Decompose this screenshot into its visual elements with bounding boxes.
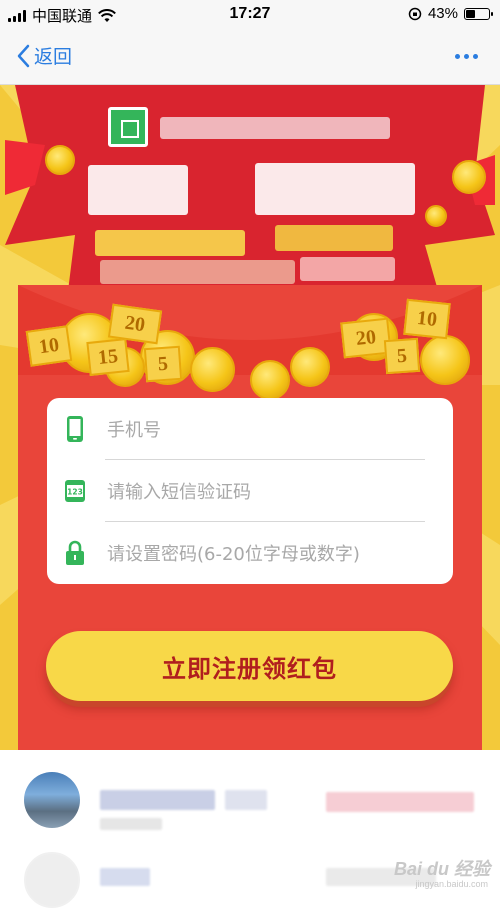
register-button[interactable]: 立即注册领红包 [46, 631, 453, 701]
password-row [47, 522, 453, 584]
ticket-5: 5 [143, 345, 183, 383]
coin-decoration [452, 160, 486, 194]
more-dot [455, 54, 460, 59]
blurred-amount [326, 792, 474, 812]
blurred-subtitle [300, 257, 395, 281]
phone-row [47, 398, 453, 460]
blurred-subtitle [100, 260, 295, 284]
ticket-10: 10 [25, 325, 73, 367]
back-button[interactable]: 返回 [16, 42, 72, 69]
blurred-name [100, 868, 150, 886]
coin-decoration [290, 347, 330, 387]
blurred-subtitle [275, 225, 393, 251]
app-logo [108, 107, 148, 147]
coin-decoration [420, 335, 470, 385]
avatar [24, 852, 80, 908]
user-list: Bai du 经验 jingyan.baidu.com [0, 750, 500, 908]
battery-fill [466, 9, 475, 18]
watermark: Bai du 经验 [393, 859, 490, 879]
blurred-headline [88, 165, 188, 215]
more-dot [464, 54, 469, 59]
ticket-20: 20 [107, 303, 163, 345]
battery-percent: 43% [427, 5, 458, 22]
ticket-15: 15 [86, 338, 130, 376]
nav-bar: 返回 [0, 30, 500, 85]
avatar [24, 772, 80, 828]
watermark-sub: jingyan.baidu.com [415, 879, 488, 889]
status-bar: 中国联通 17:27 43% [0, 0, 500, 30]
sms-icon-text: 123 [67, 488, 83, 497]
blurred-subtext [100, 818, 162, 830]
blurred-subtitle [95, 230, 245, 256]
coin-decoration [190, 347, 235, 392]
coin-decoration [45, 145, 75, 175]
battery-icon [464, 7, 493, 20]
orientation-lock-icon [408, 7, 422, 20]
status-right: 43% [408, 5, 493, 22]
coin-decoration [425, 205, 447, 227]
blurred-name [225, 790, 267, 810]
list-item[interactable] [0, 760, 500, 840]
phone-icon [67, 416, 83, 442]
blurred-header-text [160, 117, 390, 139]
blurred-name [100, 790, 215, 810]
ticket-10: 10 [403, 298, 451, 340]
back-label: 返回 [34, 47, 73, 68]
chevron-left-icon [17, 44, 30, 67]
phone-input[interactable] [105, 410, 429, 450]
blurred-headline [255, 163, 415, 215]
sms-row: 123 [47, 460, 453, 522]
sms-code-icon: 123 [65, 480, 85, 502]
ticket-5: 5 [383, 337, 421, 375]
password-input[interactable] [105, 534, 429, 574]
lock-icon [66, 540, 84, 565]
sms-code-input[interactable] [105, 472, 429, 512]
more-dot [473, 54, 478, 59]
more-button[interactable] [455, 54, 478, 59]
registration-form: 123 [47, 398, 453, 584]
coin-decoration [250, 360, 290, 400]
